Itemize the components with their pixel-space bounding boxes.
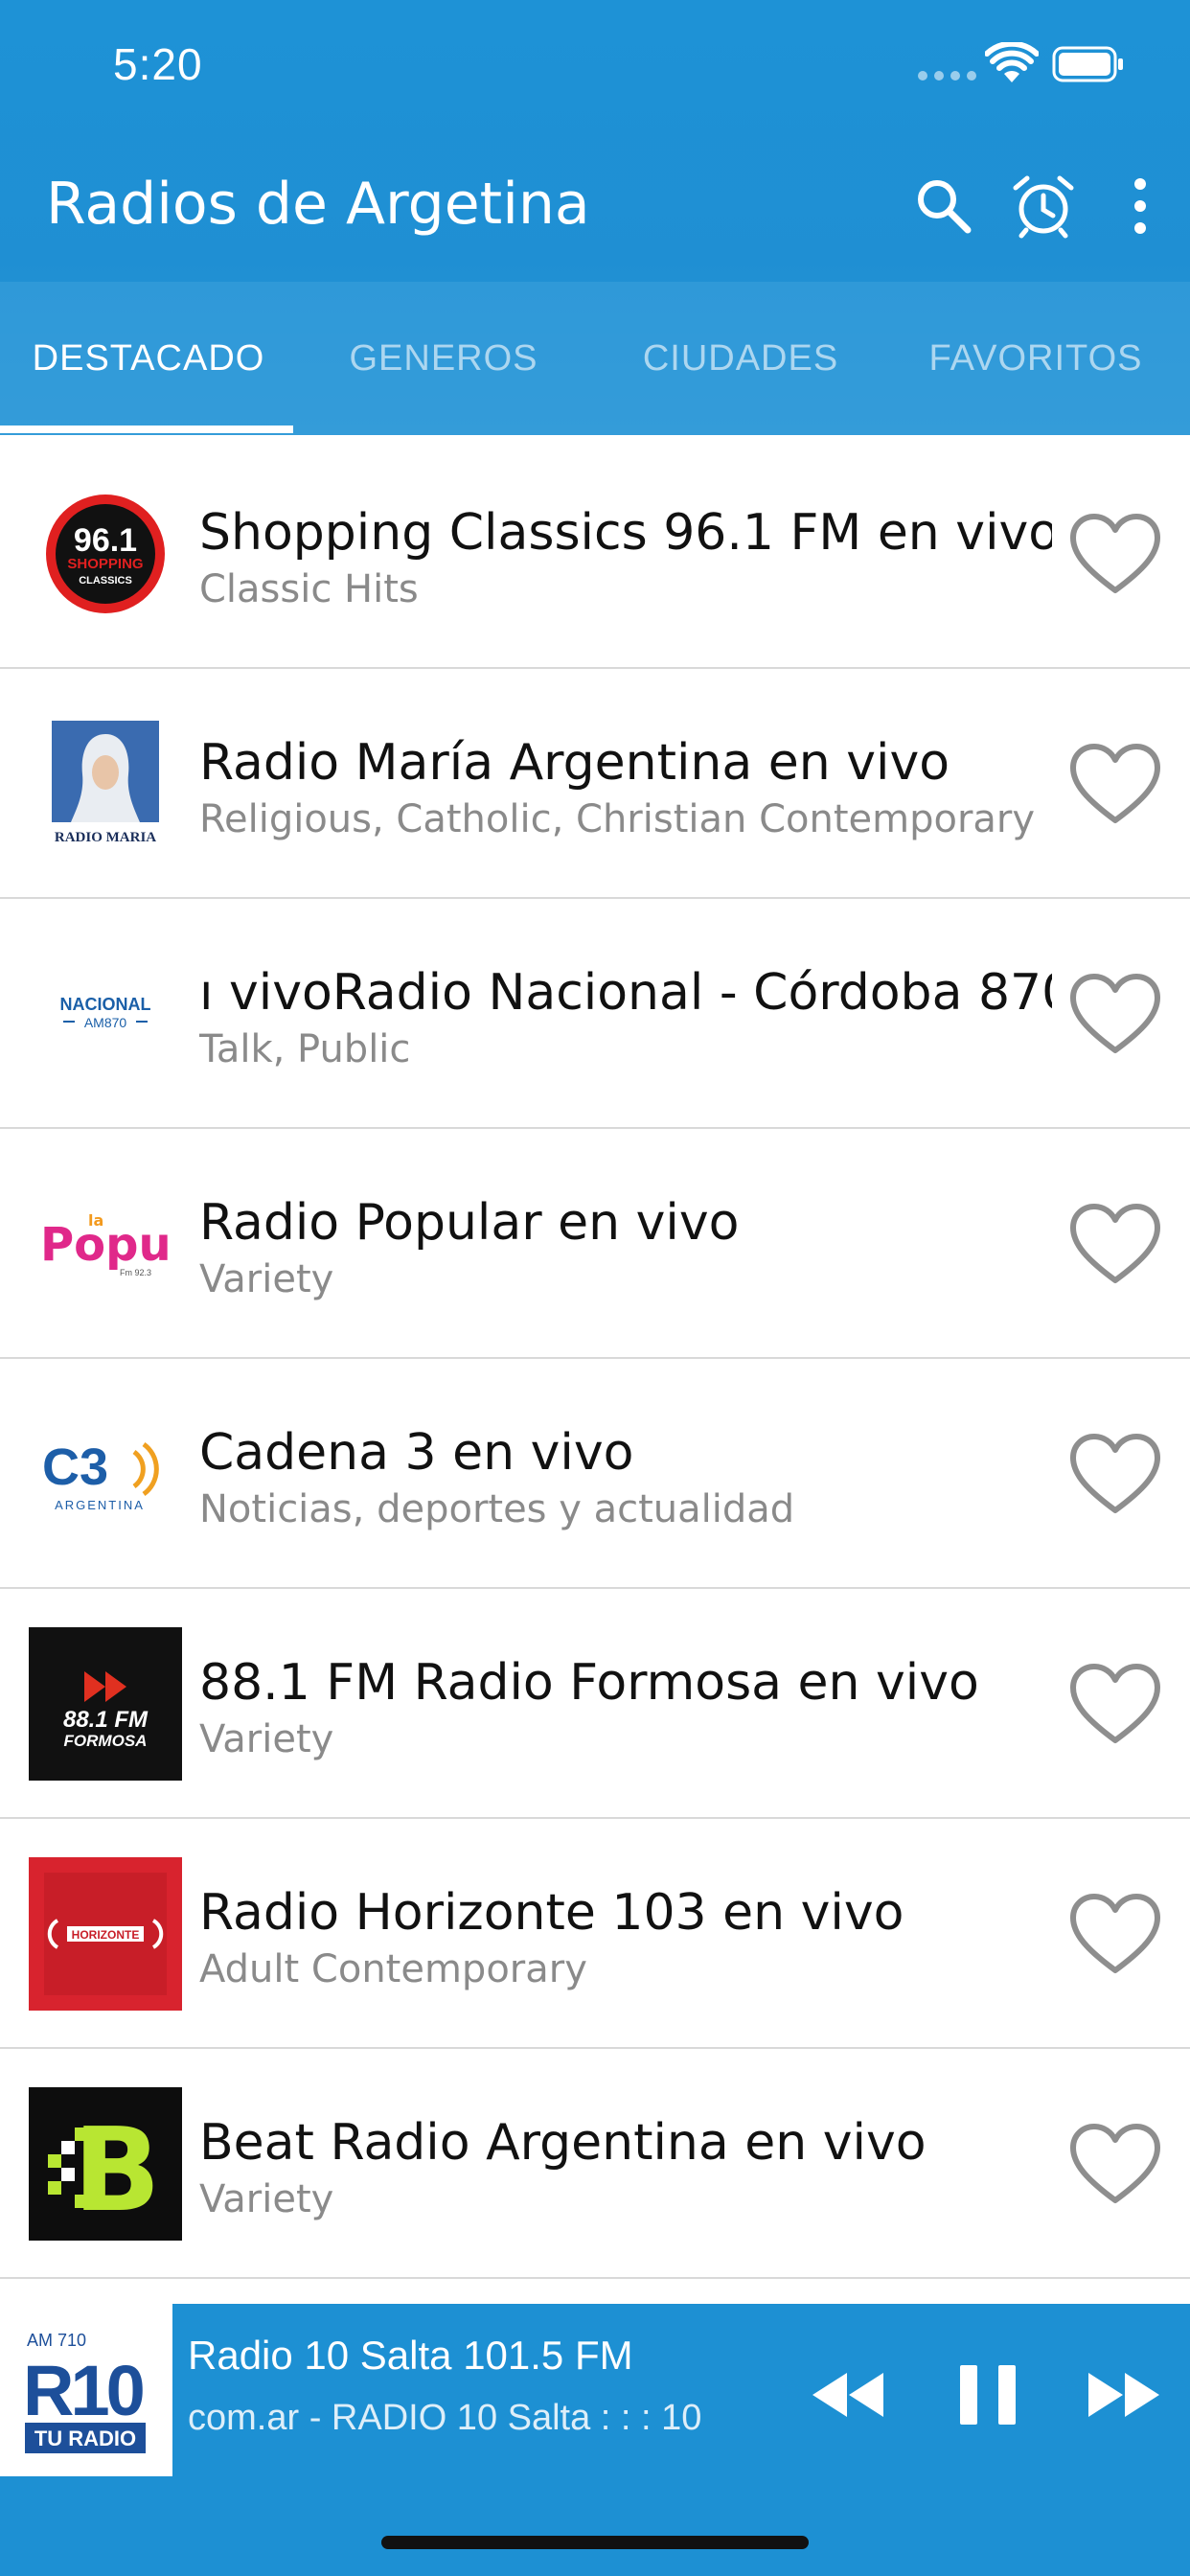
station-genre: Variety — [199, 1717, 334, 1761]
heart-icon[interactable] — [1067, 1202, 1163, 1288]
more-vertical-icon[interactable] — [1111, 172, 1169, 240]
station-genre: Talk, Public — [199, 1027, 411, 1071]
list-item[interactable]: Popu la Fm 92.3 Radio Popular en vivo Va… — [0, 1129, 1190, 1359]
logo-text: AM870 — [84, 1015, 127, 1030]
heart-icon[interactable] — [1067, 1662, 1163, 1748]
station-logo: Popu la Fm 92.3 — [29, 1167, 182, 1321]
list-item[interactable]: RADIO MARIA Radio María Argentina en viv… — [0, 669, 1190, 899]
station-genre: Variety — [199, 1257, 334, 1301]
tab-generos[interactable]: GENEROS — [295, 282, 592, 435]
station-logo: C3 ARGENTINA — [29, 1397, 182, 1551]
logo-text: Fm 92.3 — [120, 1268, 151, 1277]
logo-text: TU RADIO — [34, 2426, 136, 2450]
home-indicator[interactable] — [381, 2536, 809, 2549]
logo-text: AM 710 — [27, 2331, 86, 2350]
heart-icon[interactable] — [1067, 512, 1163, 598]
player-station-logo: AM 710 R10 TU RADIO — [0, 2304, 172, 2476]
logo-text: la — [88, 1211, 103, 1230]
station-logo: RADIO MARIA — [29, 707, 182, 861]
logo-text: CLASSICS — [79, 575, 132, 586]
station-title: Shopping Classics 96.1 FM en vivo — [199, 504, 1052, 562]
logo-text: R10 — [23, 2351, 144, 2430]
station-title: Radio Popular en vivo — [199, 1194, 740, 1252]
logo-text: ARGENTINA — [55, 1498, 145, 1512]
app-header: 5:20 Radios de Argetina DESTACADO GENERO… — [0, 0, 1190, 435]
station-logo: NACIONAL AM870 — [29, 937, 182, 1091]
station-genre: Noticias, deportes y actualidad — [199, 1487, 795, 1531]
tab-bar: DESTACADO GENEROS CIUDADES FAVORITOS — [0, 282, 1190, 435]
heart-icon[interactable] — [1067, 1432, 1163, 1518]
logo-text: C3 — [42, 1438, 108, 1496]
rewind-icon[interactable] — [805, 2352, 891, 2438]
station-title: Cadena 3 en vivo — [199, 1424, 634, 1482]
wifi-icon — [985, 42, 1039, 82]
station-title: ı vivoRadio Nacional - Córdoba 870 A — [199, 964, 1052, 1022]
station-genre: Variety — [199, 2177, 334, 2221]
cellular-signal-icon — [918, 71, 976, 80]
battery-icon — [1052, 46, 1123, 82]
logo-text: NACIONAL — [60, 995, 151, 1014]
station-logo: 88.1 FM FORMOSA — [29, 1627, 182, 1781]
logo-text: Popu — [40, 1218, 172, 1272]
station-genre: Religious, Catholic, Christian Contempor… — [199, 797, 1036, 841]
logo-text: HORIZONTE — [72, 1928, 140, 1942]
tab-favoritos[interactable]: FAVORITOS — [887, 282, 1184, 435]
station-genre: Classic Hits — [199, 567, 419, 611]
status-time: 5:20 — [113, 39, 203, 89]
heart-icon[interactable] — [1067, 742, 1163, 828]
station-logo: B — [29, 2087, 182, 2241]
list-item[interactable]: 96.1 SHOPPING CLASSICS Shopping Classics… — [0, 439, 1190, 669]
toolbar: Radios de Argetina — [0, 144, 1190, 268]
tab-indicator — [0, 426, 293, 433]
list-item[interactable]: NACIONAL AM870 ı vivoRadio Nacional - Có… — [0, 899, 1190, 1129]
heart-icon[interactable] — [1067, 972, 1163, 1058]
logo-text: RADIO MARIA — [55, 830, 156, 845]
station-logo: HORIZONTE — [29, 1857, 182, 2011]
logo-text: FORMOSA — [64, 1732, 148, 1750]
alarm-clock-icon[interactable] — [1010, 172, 1077, 240]
station-title: Radio María Argentina en vivo — [199, 734, 950, 792]
fast-forward-icon[interactable] — [1081, 2352, 1167, 2438]
list-item[interactable]: B Beat Radio Argentina en vivo Variety — [0, 2049, 1190, 2279]
heart-icon[interactable] — [1067, 1892, 1163, 1978]
station-title: Radio Horizonte 103 en vivo — [199, 1884, 904, 1942]
logo-text: 96.1 — [74, 522, 137, 559]
station-title: 88.1 FM Radio Formosa en vivo — [199, 1654, 979, 1712]
logo-text: B — [73, 2104, 160, 2238]
station-logo: 96.1 SHOPPING CLASSICS — [29, 477, 182, 631]
search-icon[interactable] — [910, 172, 977, 240]
tab-destacado[interactable]: DESTACADO — [0, 282, 297, 435]
list-item[interactable]: HORIZONTE Radio Horizonte 103 en vivo Ad… — [0, 1819, 1190, 2049]
status-bar: 5:20 — [0, 0, 1190, 134]
list-item[interactable]: 88.1 FM FORMOSA 88.1 FM Radio Formosa en… — [0, 1589, 1190, 1819]
app-title: Radios de Argetina — [46, 171, 590, 238]
tab-ciudades[interactable]: CIUDADES — [592, 282, 889, 435]
list-item[interactable]: C3 ARGENTINA Cadena 3 en vivo Noticias, … — [0, 1359, 1190, 1589]
heart-icon[interactable] — [1067, 2122, 1163, 2208]
player-station-title: Radio 10 Salta 101.5 FM — [188, 2333, 633, 2378]
player-now-playing: com.ar - RADIO 10 Salta : : : 10 — [188, 2398, 702, 2438]
pause-icon[interactable] — [945, 2352, 1031, 2438]
logo-text: SHOPPING — [67, 556, 143, 572]
station-genre: Adult Contemporary — [199, 1947, 587, 1991]
logo-text: 88.1 FM — [63, 1707, 149, 1733]
station-list: 96.1 SHOPPING CLASSICS Shopping Classics… — [0, 439, 1190, 2279]
station-title: Beat Radio Argentina en vivo — [199, 2114, 927, 2172]
